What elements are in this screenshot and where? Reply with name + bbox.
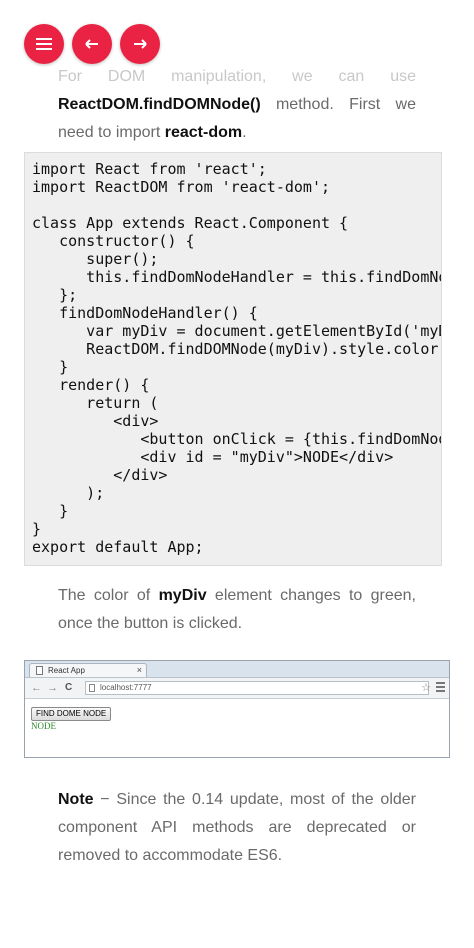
code-line: var myDiv = document.getElementById('myD… (86, 322, 441, 340)
tab-title: React App (48, 666, 85, 675)
code-line: findDomNodeHandler() { (32, 304, 258, 322)
intro-faded-line: For DOM manipulation, we can use (58, 68, 416, 85)
reload-icon: C (65, 682, 73, 693)
code-line: }; (32, 286, 78, 304)
menu-button[interactable] (24, 24, 64, 64)
code-line: } (32, 502, 69, 520)
arrow-left-icon (85, 39, 98, 49)
result-paragraph: The color of myDiv element changes to gr… (58, 582, 416, 638)
browser-toolbar: ← → C localhost:7777 ☆ (25, 678, 449, 699)
tab-close-icon: × (136, 665, 142, 675)
import-name: react-dom (164, 124, 243, 141)
code-line: </div> (32, 466, 168, 484)
url-text: localhost:7777 (100, 683, 152, 692)
browser-screenshot: React App × ← → C localhost:7777 ☆ FIND … (24, 660, 450, 758)
next-page-button[interactable] (120, 24, 160, 64)
code-line: <button onClick = {this.findDomNodeHandl… (140, 430, 441, 448)
code-line: import React from 'react'; (32, 160, 267, 178)
code-line: export default App; (32, 538, 204, 556)
code-line: } (32, 358, 69, 376)
note-label: Note (58, 791, 94, 808)
code-line: ); (32, 484, 105, 502)
code-block: import React from 'react'; import ReactDO… (24, 152, 442, 566)
forward-icon: → (47, 682, 58, 694)
note-text: − Since the 0.14 update, most of the old… (58, 791, 416, 864)
code-line: return ( (32, 394, 159, 412)
find-dom-node-button: FIND DOME NODE (31, 707, 112, 721)
code-line: import ReactDOM from 'react-dom'; (32, 178, 331, 196)
note-paragraph: Note − Since the 0.14 update, most of th… (58, 786, 416, 870)
code-line: ReactDOM.findDOMNode(myDiv).style.color … (86, 340, 439, 358)
code-line: super(); (32, 250, 159, 268)
code-line: } (32, 520, 42, 538)
code-line: this.findDomNodeHandler = this.findDomNo… (86, 268, 441, 286)
address-bar: localhost:7777 (85, 681, 429, 695)
previous-page-button[interactable] (72, 24, 112, 64)
result-text-before: The color of (58, 587, 159, 604)
browser-tab: React App × (29, 663, 147, 677)
node-text: NODE (31, 721, 56, 731)
back-icon: ← (31, 682, 42, 694)
intro-paragraph: For DOM manipulation, we can use ReactDO… (58, 63, 416, 147)
arrow-right-icon (134, 39, 147, 49)
browser-viewport: FIND DOME NODE NODE (25, 699, 449, 735)
mydiv-name: myDiv (158, 587, 207, 604)
code-line: render() { (32, 376, 150, 394)
code-line: constructor() { (32, 232, 195, 250)
browser-menu-icon (436, 682, 445, 694)
hamburger-menu-icon (36, 38, 52, 50)
star-icon: ☆ (421, 682, 431, 694)
code-line: <div> (32, 412, 159, 430)
method-name: ReactDOM.findDOMNode() (58, 96, 261, 113)
code-line: class App extends React.Component { (32, 214, 349, 232)
url-page-icon (89, 684, 95, 692)
code-line: <div id = "myDiv">NODE</div> (32, 448, 394, 466)
intro-end: . (242, 124, 247, 141)
browser-tab-strip: React App × (25, 661, 449, 678)
page-icon (36, 666, 43, 675)
